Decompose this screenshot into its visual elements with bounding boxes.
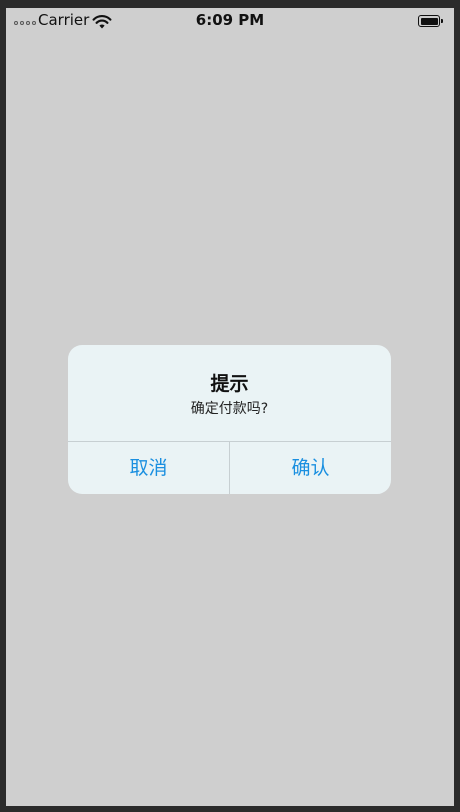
status-bar: Carrier 6:09 PM <box>6 8 454 34</box>
status-time: 6:09 PM <box>195 11 265 29</box>
cancel-button[interactable]: 取消 <box>68 442 229 494</box>
confirm-button[interactable]: 确认 <box>230 442 391 494</box>
battery-icon <box>418 15 444 27</box>
alert-message: 确定付款吗? <box>190 401 269 417</box>
alert-dialog: 提示 确定付款吗? 取消 确认 <box>68 345 391 494</box>
phone-screen: Carrier 6:09 PM 提示 确定付款吗? 取消 确认 <box>6 8 454 806</box>
alert-title: 提示 <box>210 373 249 395</box>
